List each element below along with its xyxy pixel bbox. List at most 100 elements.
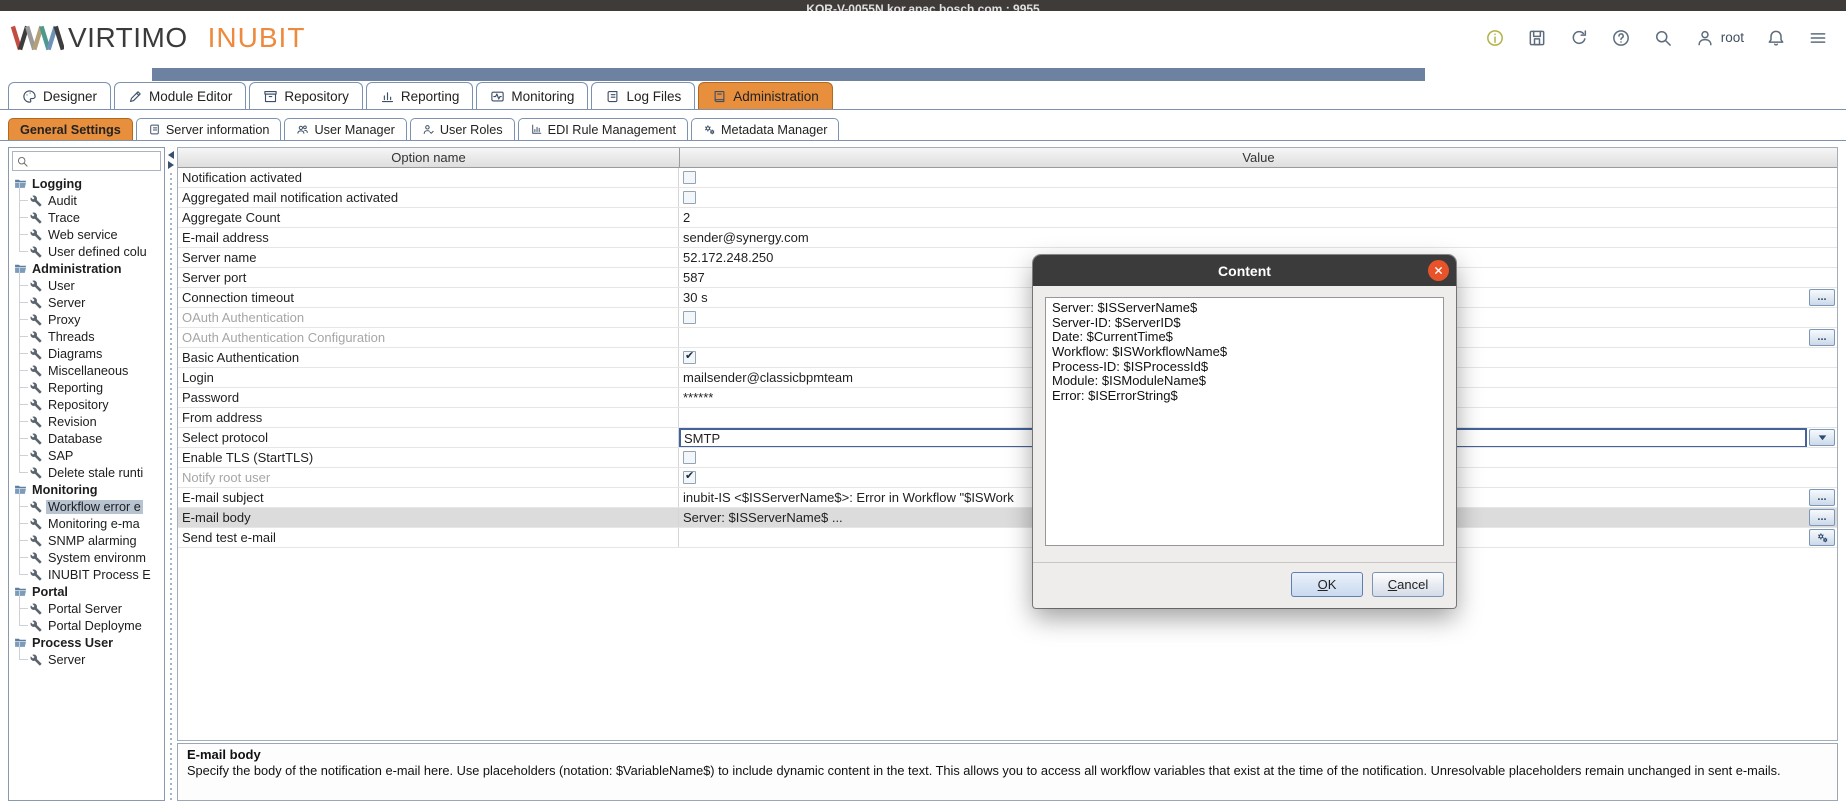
gear-button[interactable]: [1809, 529, 1835, 546]
tab-designer[interactable]: Designer: [8, 82, 111, 109]
tree-item-reporting[interactable]: Reporting: [9, 379, 164, 396]
tree-item-snmp-alarming[interactable]: SNMP alarming: [9, 532, 164, 549]
ellipsis-button[interactable]: ...: [1809, 489, 1835, 506]
tab-reporting[interactable]: Reporting: [366, 82, 474, 109]
tree-item-label: Server: [46, 653, 87, 667]
tree-item-label: Diagrams: [46, 347, 104, 361]
tree-item-proxy[interactable]: Proxy: [9, 311, 164, 328]
dialog-textarea[interactable]: Server: $ISServerName$Server-ID: $Server…: [1045, 297, 1444, 546]
tree-item-threads[interactable]: Threads: [9, 328, 164, 345]
tree-item-monitoring-e-ma[interactable]: Monitoring e-ma: [9, 515, 164, 532]
tree-item-web-service[interactable]: Web service: [9, 226, 164, 243]
checkbox[interactable]: [683, 171, 696, 184]
tree-item-repository[interactable]: Repository: [9, 396, 164, 413]
table-row-aggregated-mail-notification-activated[interactable]: Aggregated mail notification activated: [178, 188, 1837, 208]
help-icon[interactable]: [1611, 28, 1631, 48]
tab-administration[interactable]: Administration: [698, 82, 833, 109]
tree-item-label: Proxy: [46, 313, 82, 327]
tab-repository[interactable]: Repository: [249, 82, 363, 109]
bell-icon[interactable]: [1766, 28, 1786, 48]
tab-edi-rule-management[interactable]: EDI Rule Management: [518, 118, 688, 140]
tree-item-delete-stale-runti[interactable]: Delete stale runti: [9, 464, 164, 481]
option-value[interactable]: sender@synergy.com: [679, 228, 1807, 247]
tree-item-workflow-error-e[interactable]: Workflow error e: [9, 498, 164, 515]
info-icon[interactable]: [1485, 28, 1505, 48]
checkbox[interactable]: [683, 351, 696, 364]
ellipsis-button[interactable]: ...: [1809, 289, 1835, 306]
option-value[interactable]: [679, 188, 1807, 207]
sub-tab-bar: General SettingsServer informationUser M…: [0, 110, 1846, 141]
table-row-oauth-authentication-configuration[interactable]: OAuth Authentication Configuration...: [178, 328, 1837, 348]
tree-item-database[interactable]: Database: [9, 430, 164, 447]
table-row-enable-tls-starttls[interactable]: Enable TLS (StartTLS): [178, 448, 1837, 468]
tree-folder-administration[interactable]: Administration: [9, 260, 164, 277]
table-row-from-address[interactable]: From address: [178, 408, 1837, 428]
table-row-oauth-authentication[interactable]: OAuth Authentication: [178, 308, 1837, 328]
tree-item-user-defined-colu[interactable]: User defined colu: [9, 243, 164, 260]
tree-item-system-environm[interactable]: System environm: [9, 549, 164, 566]
tab-user-manager[interactable]: User Manager: [284, 118, 406, 140]
tree-item-inubit-process-e[interactable]: INUBIT Process E: [9, 566, 164, 583]
table-row-aggregate-count[interactable]: Aggregate Count2: [178, 208, 1837, 228]
ellipsis-button[interactable]: ...: [1809, 329, 1835, 346]
menu-icon[interactable]: [1808, 28, 1828, 48]
search-icon[interactable]: [1653, 28, 1673, 48]
tree-item-diagrams[interactable]: Diagrams: [9, 345, 164, 362]
table-row-send-test-e-mail[interactable]: Send test e-mail: [178, 528, 1837, 548]
checkbox[interactable]: [683, 451, 696, 464]
tree-item-portal-server[interactable]: Portal Server: [9, 600, 164, 617]
table-row-connection-timeout[interactable]: Connection timeout30 s...: [178, 288, 1837, 308]
table-row-e-mail-body[interactable]: E-mail bodyServer: $ISServerName$ ......: [178, 508, 1837, 528]
wrench-icon: [30, 314, 42, 326]
expand-right-icon[interactable]: [168, 161, 174, 169]
table-row-notification-activated[interactable]: Notification activated: [178, 168, 1837, 188]
search-input[interactable]: [32, 154, 157, 168]
tree-item-revision[interactable]: Revision: [9, 413, 164, 430]
splitter[interactable]: [165, 147, 177, 801]
table-row-select-protocol[interactable]: Select protocolSMTP: [178, 428, 1837, 448]
checkbox[interactable]: [683, 191, 696, 204]
table-row-login[interactable]: Loginmailsender@classicbpmteam: [178, 368, 1837, 388]
collapse-left-icon[interactable]: [168, 151, 174, 159]
tree-item-portal-deployme[interactable]: Portal Deployme: [9, 617, 164, 634]
tab-log-files[interactable]: Log Files: [591, 82, 695, 109]
dialog-titlebar[interactable]: Content: [1033, 255, 1456, 286]
tab-server-information[interactable]: Server information: [136, 118, 282, 140]
refresh-icon[interactable]: [1569, 28, 1589, 48]
tab-module-editor[interactable]: Module Editor: [114, 82, 246, 109]
tab-user-roles[interactable]: User Roles: [410, 118, 515, 140]
table-row-server-port[interactable]: Server port587: [178, 268, 1837, 288]
tree-folder-portal[interactable]: Portal: [9, 583, 164, 600]
option-value[interactable]: 2: [679, 208, 1807, 227]
tree-item-trace[interactable]: Trace: [9, 209, 164, 226]
tree-item-server[interactable]: Server: [9, 294, 164, 311]
close-icon[interactable]: [1428, 260, 1449, 281]
save-icon[interactable]: [1527, 28, 1547, 48]
table-row-basic-authentication[interactable]: Basic Authentication: [178, 348, 1837, 368]
table-row-password[interactable]: Password******: [178, 388, 1837, 408]
splitter-grip[interactable]: [170, 173, 172, 801]
user-icon[interactable]: root: [1695, 28, 1744, 48]
cancel-button[interactable]: Cancel: [1372, 572, 1444, 597]
option-value[interactable]: [679, 168, 1807, 187]
tree-item-sap[interactable]: SAP: [9, 447, 164, 464]
tab-metadata-manager[interactable]: Metadata Manager: [691, 118, 840, 140]
table-row-notify-root-user[interactable]: Notify root user: [178, 468, 1837, 488]
ellipsis-button[interactable]: ...: [1809, 509, 1835, 526]
checkbox[interactable]: [683, 471, 696, 484]
tree-item-miscellaneous[interactable]: Miscellaneous: [9, 362, 164, 379]
dropdown-arrow-button[interactable]: [1809, 429, 1835, 446]
tab-monitoring[interactable]: Monitoring: [476, 82, 588, 109]
tree-folder-monitoring[interactable]: Monitoring: [9, 481, 164, 498]
table-row-e-mail-address[interactable]: E-mail addresssender@synergy.com: [178, 228, 1837, 248]
table-row-e-mail-subject[interactable]: E-mail subjectinubit-IS <$ISServerName$>…: [178, 488, 1837, 508]
table-row-server-name[interactable]: Server name52.172.248.250: [178, 248, 1837, 268]
tree-folder-logging[interactable]: Logging: [9, 175, 164, 192]
checkbox[interactable]: [683, 311, 696, 324]
tree-folder-process-user[interactable]: Process User: [9, 634, 164, 651]
ok-button[interactable]: OK: [1291, 572, 1363, 597]
tab-general-settings[interactable]: General Settings: [8, 118, 133, 140]
tree-item-audit[interactable]: Audit: [9, 192, 164, 209]
tree-item-user[interactable]: User: [9, 277, 164, 294]
tree-item-server[interactable]: Server: [9, 651, 164, 668]
